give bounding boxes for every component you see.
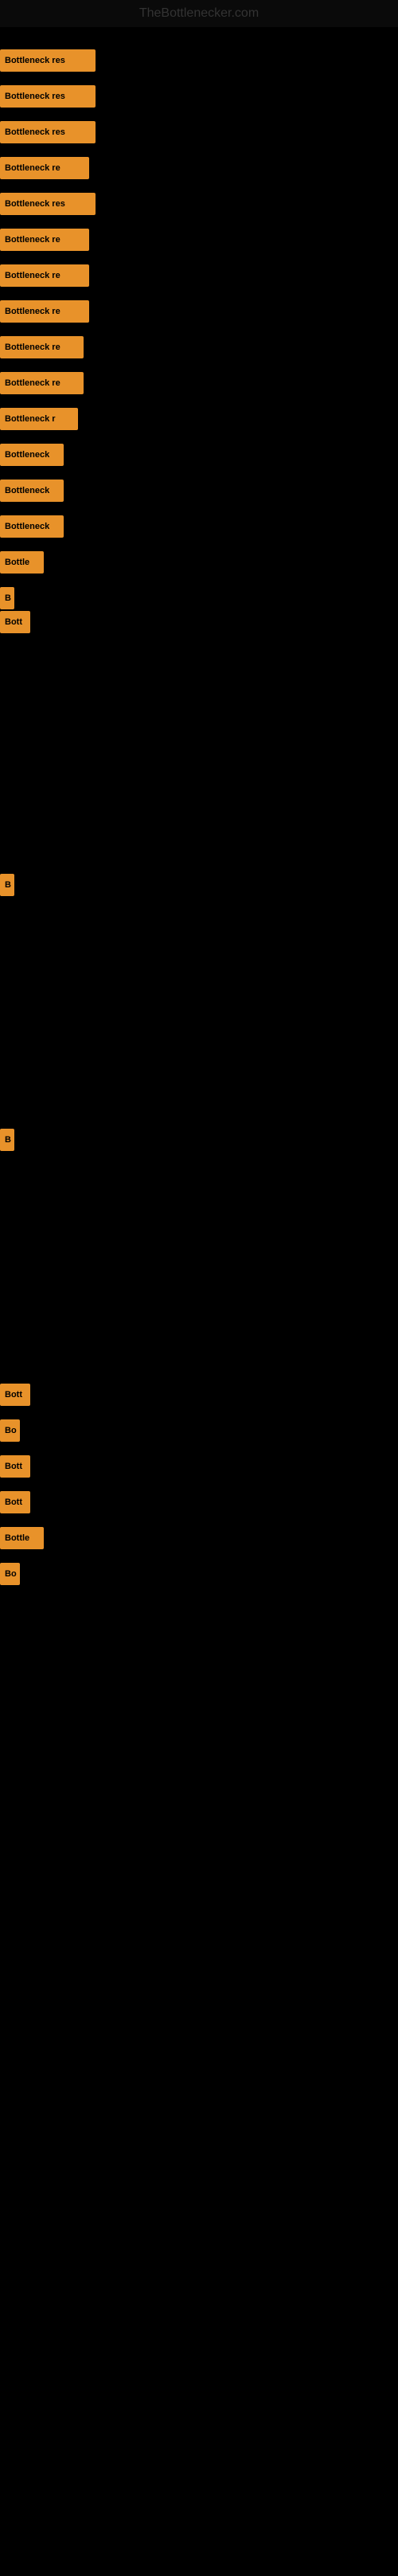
bottleneck-item-3[interactable]: Bottleneck res: [0, 121, 96, 143]
bottleneck-item-21[interactable]: Bo: [0, 1419, 20, 1442]
bottleneck-item-23[interactable]: Bott: [0, 1491, 30, 1513]
bottleneck-item-1[interactable]: Bottleneck res: [0, 49, 96, 72]
bottleneck-item-22[interactable]: Bott: [0, 1455, 30, 1478]
bottleneck-item-8[interactable]: Bottleneck re: [0, 300, 89, 323]
items-container: Bottleneck res Bottleneck res Bottleneck r…: [0, 27, 398, 2576]
site-title: TheBottlenecker.com: [0, 0, 398, 27]
bottleneck-item-17[interactable]: Bott: [0, 611, 30, 633]
bottleneck-item-2[interactable]: Bottleneck res: [0, 85, 96, 108]
bottleneck-item-13[interactable]: Bottleneck: [0, 480, 64, 502]
bottleneck-item-24[interactable]: Bottle: [0, 1527, 44, 1549]
bottleneck-item-6[interactable]: Bottleneck re: [0, 229, 89, 251]
bottleneck-item-16[interactable]: B: [0, 587, 14, 609]
bottleneck-item-5[interactable]: Bottleneck res: [0, 193, 96, 215]
bottleneck-item-25[interactable]: Bo: [0, 1563, 20, 1585]
bottleneck-item-20[interactable]: Bott: [0, 1384, 30, 1406]
bottleneck-item-4[interactable]: Bottleneck re: [0, 157, 89, 179]
bottleneck-item-11[interactable]: Bottleneck r: [0, 408, 78, 430]
bottleneck-item-18[interactable]: B: [0, 874, 14, 896]
bottleneck-item-9[interactable]: Bottleneck re: [0, 336, 84, 358]
bottleneck-item-10[interactable]: Bottleneck re: [0, 372, 84, 394]
bottleneck-item-7[interactable]: Bottleneck re: [0, 264, 89, 287]
bottleneck-item-15[interactable]: Bottle: [0, 551, 44, 574]
bottleneck-item-14[interactable]: Bottleneck: [0, 515, 64, 538]
bottleneck-item-12[interactable]: Bottleneck: [0, 444, 64, 466]
bottleneck-item-19[interactable]: B: [0, 1129, 14, 1151]
